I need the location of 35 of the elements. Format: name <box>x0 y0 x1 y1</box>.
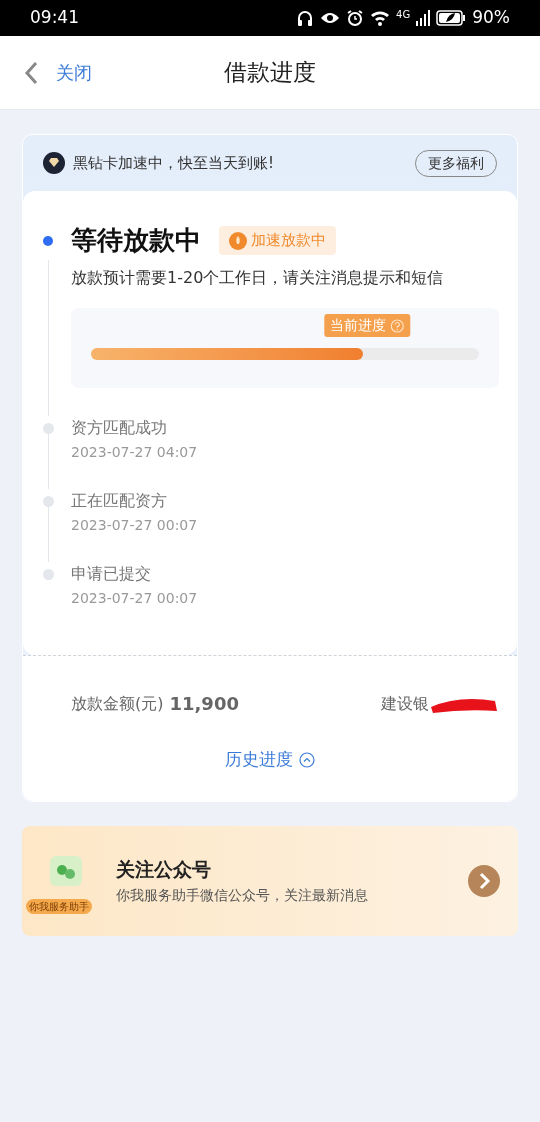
bank-name: 建设银 <box>381 692 429 715</box>
amount-value: 11,900 <box>169 692 239 716</box>
speed-badge-text: 加速放款中 <box>251 230 326 252</box>
amount-label: 放款金额(元) <box>71 692 164 715</box>
assistant-badge: 你我服务助手 <box>26 898 92 914</box>
battery-icon <box>436 10 467 26</box>
signal-icon <box>416 10 431 26</box>
collapse-icon <box>299 751 315 768</box>
back-icon <box>24 60 38 85</box>
status-time: 09:41 <box>30 6 79 30</box>
close-link[interactable]: 关闭 <box>0 59 92 86</box>
status-title: 等待放款中 <box>71 224 201 257</box>
history-progress-link[interactable]: 历史进度 <box>225 747 315 773</box>
banner-text: 黑钻卡加速中，快至当天到账! <box>73 152 274 174</box>
eye-icon <box>320 11 341 25</box>
battery-level: 90% <box>472 6 510 30</box>
step-title: 申请已提交 <box>71 563 152 585</box>
diamond-badge-icon <box>43 152 65 174</box>
alarm-icon <box>346 9 365 27</box>
step-title: 资方匹配成功 <box>71 417 168 439</box>
help-icon <box>389 318 404 333</box>
headphones-icon <box>296 9 315 27</box>
step-title: 正在匹配资方 <box>71 490 168 512</box>
chevron-right-icon <box>468 864 500 897</box>
step-time: 2023-07-27 00:07 <box>71 589 198 608</box>
promo-title: 关注公众号 <box>116 856 212 882</box>
progress-tag-text: 当前进度 <box>329 316 386 335</box>
status-description: 放款预计需要1-20个工作日，请关注消息提示和短信 <box>71 267 445 289</box>
wifi-icon <box>370 10 391 26</box>
page-title: 借款进度 <box>224 58 316 88</box>
step-time: 2023-07-27 00:07 <box>71 516 198 535</box>
follow-card[interactable]: 你我服务助手 关注公众号 你我服务助手微信公众号，关注最新消息 <box>22 825 518 936</box>
network-label: 4G <box>396 7 411 22</box>
promo-subtitle: 你我服务助手微信公众号，关注最新消息 <box>116 886 369 906</box>
step-time: 2023-07-27 04:07 <box>71 443 198 462</box>
